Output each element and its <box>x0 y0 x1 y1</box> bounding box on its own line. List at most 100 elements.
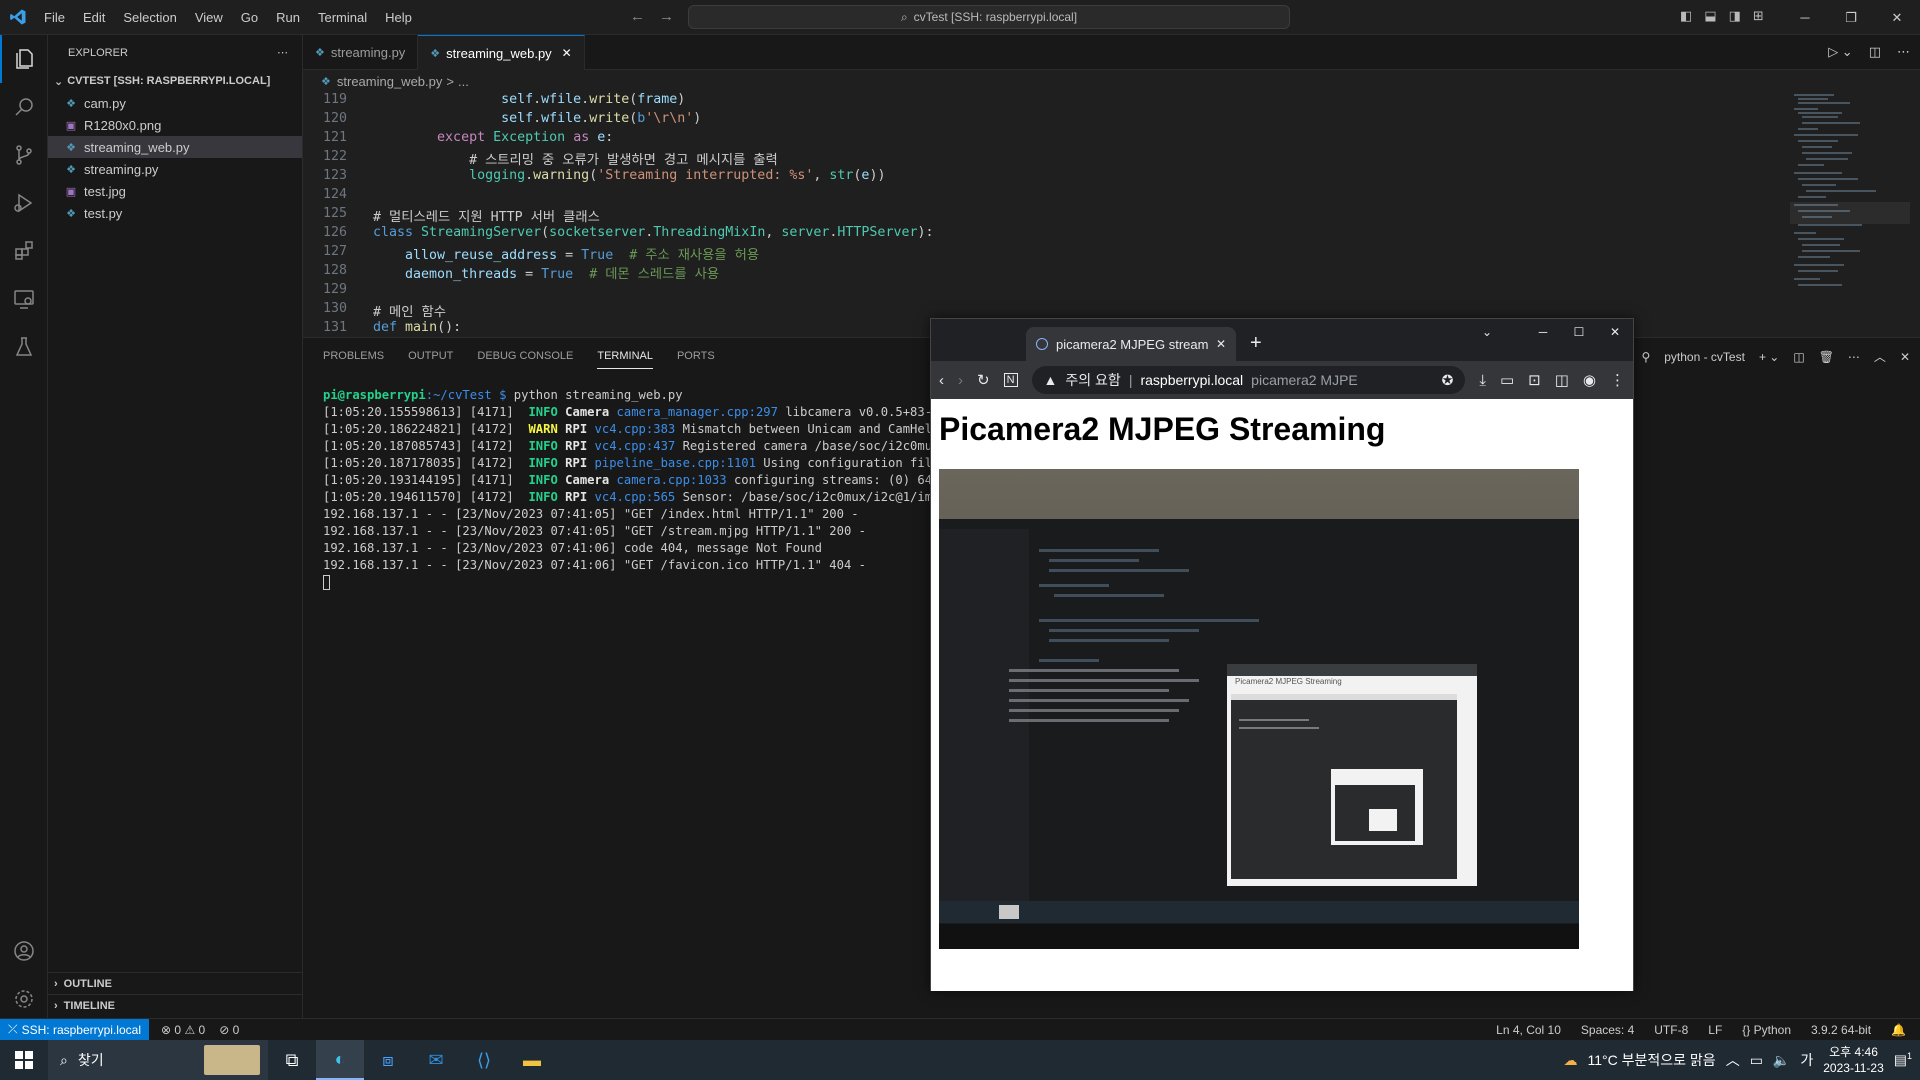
explorer-icon[interactable] <box>0 35 48 83</box>
menu-view[interactable]: View <box>186 10 232 25</box>
side-panel-icon[interactable]: ◫ <box>1555 371 1569 389</box>
profile-icon[interactable]: ◉ <box>1583 371 1596 389</box>
tab-output[interactable]: OUTPUT <box>408 350 453 362</box>
breadcrumb-file[interactable]: streaming_web.py <box>337 74 443 89</box>
language-mode[interactable]: {} Python <box>1742 1023 1791 1037</box>
remote-explorer-icon[interactable] <box>0 275 48 323</box>
file-item-test-py[interactable]: ❖ test.py <box>48 202 302 224</box>
tab-ports[interactable]: PORTS <box>677 350 715 362</box>
extension-n-icon[interactable]: N <box>1003 373 1018 387</box>
split-terminal-icon[interactable]: ◫ <box>1793 350 1804 364</box>
settings-gear-icon[interactable] <box>0 975 48 1023</box>
weather-widget[interactable]: 11°C 부분적으로 맑음 <box>1588 1050 1716 1070</box>
notification-center-icon[interactable]: ▤1 <box>1894 1051 1912 1069</box>
toggle-panel-icon[interactable]: ⬓ <box>1704 8 1716 24</box>
bookmark-star-icon[interactable]: ✪ <box>1442 372 1454 389</box>
close-window-button[interactable]: ✕ <box>1874 0 1920 35</box>
end-of-line[interactable]: LF <box>1708 1023 1722 1037</box>
address-bar[interactable]: ▲ 주의 요함 | raspberrypi.local picamera2 MJ… <box>1031 366 1466 394</box>
restore-button[interactable]: ❐ <box>1828 0 1874 35</box>
maximize-button[interactable]: ☐ <box>1561 319 1597 345</box>
menu-file[interactable]: File <box>35 10 74 25</box>
outlook-icon[interactable]: ✉ <box>412 1040 460 1080</box>
forward-icon[interactable]: › <box>958 372 963 389</box>
security-label[interactable]: 주의 요함 <box>1065 370 1120 390</box>
customize-layout-icon[interactable]: ⊞ <box>1753 8 1764 24</box>
tab-debug-console[interactable]: DEBUG CONSOLE <box>477 350 573 362</box>
problems-indicator[interactable]: ⊗ 0 ⚠ 0 <box>161 1023 205 1037</box>
network-icon[interactable]: ▭ <box>1750 1052 1763 1069</box>
close-tab-icon[interactable]: ✕ <box>1216 337 1226 351</box>
show-hidden-icons-icon[interactable]: ︿ <box>1726 1050 1740 1070</box>
new-tab-icon[interactable]: + <box>1250 332 1262 355</box>
new-terminal-icon[interactable]: + ⌄ <box>1759 350 1779 364</box>
command-center[interactable]: ⌕ cvTest [SSH: raspberrypi.local] <box>688 5 1290 29</box>
encoding[interactable]: UTF-8 <box>1654 1023 1688 1037</box>
file-item-streaming-web-py[interactable]: ❖ streaming_web.py <box>48 136 302 158</box>
menu-help[interactable]: Help <box>376 10 421 25</box>
indentation[interactable]: Spaces: 4 <box>1581 1023 1634 1037</box>
file-item-r1280x0-png[interactable]: ▣ R1280x0.png <box>48 114 302 136</box>
minimize-button[interactable]: ─ <box>1782 0 1828 35</box>
cursor-position[interactable]: Ln 4, Col 10 <box>1496 1023 1561 1037</box>
menu-edit[interactable]: Edit <box>74 10 114 25</box>
maximize-panel-icon[interactable]: ︿ <box>1874 348 1886 365</box>
screenshot-icon[interactable]: ⊡ <box>1528 371 1541 389</box>
language-indicator-icon[interactable]: 가 <box>1800 1050 1813 1070</box>
tab-streaming-py[interactable]: ❖ streaming.py <box>303 35 419 70</box>
menu-selection[interactable]: Selection <box>114 10 185 25</box>
outline-section[interactable]: › OUTLINE <box>48 972 302 994</box>
back-arrow-icon[interactable]: ← <box>630 8 645 25</box>
back-icon[interactable]: ‹ <box>939 372 944 389</box>
remote-indicator[interactable]: ⤫ SSH: raspberrypi.local <box>0 1018 149 1041</box>
menu-run[interactable]: Run <box>267 10 309 25</box>
more-actions-icon[interactable]: ⋯ <box>277 46 288 59</box>
minimap[interactable] <box>1790 92 1910 337</box>
code-editor[interactable]: 119 self.wfile.write(frame) 120 self.wfi… <box>303 92 1793 337</box>
file-item-cam-py[interactable]: ❖ cam.py <box>48 92 302 114</box>
cast-icon[interactable]: ▭ <box>1500 371 1514 389</box>
more-actions-icon[interactable]: ⋯ <box>1897 44 1910 60</box>
menu-terminal[interactable]: Terminal <box>309 10 376 25</box>
split-editor-icon[interactable]: ◫ <box>1869 44 1881 60</box>
run-debug-icon[interactable] <box>0 179 48 227</box>
clock[interactable]: 오후 4:46 2023-11-23 <box>1823 1044 1884 1076</box>
browser-menu-icon[interactable]: ⋮ <box>1610 371 1625 389</box>
ports-indicator[interactable]: ⊘ 0 <box>219 1023 239 1037</box>
terminal-instance-label[interactable]: python - cvTest <box>1664 350 1745 364</box>
search-icon[interactable] <box>0 83 48 131</box>
file-item-streaming-py[interactable]: ❖ streaming.py <box>48 158 302 180</box>
more-actions-icon[interactable]: ⋯ <box>1848 350 1860 364</box>
toggle-sidebar-icon[interactable]: ◧ <box>1680 8 1692 24</box>
remote-desktop-icon[interactable]: ⧈ <box>364 1040 412 1080</box>
file-item-test-jpg[interactable]: ▣ test.jpg <box>48 180 302 202</box>
toggle-secondary-sidebar-icon[interactable]: ◨ <box>1729 8 1741 24</box>
volume-icon[interactable]: 🔈 <box>1773 1052 1790 1069</box>
tab-search-icon[interactable]: ⌄ <box>1469 319 1505 345</box>
close-panel-icon[interactable]: ✕ <box>1900 350 1910 364</box>
close-tab-icon[interactable]: ✕ <box>562 46 572 60</box>
timeline-section[interactable]: › TIMELINE <box>48 994 302 1016</box>
kill-terminal-icon[interactable]: 🗑 <box>1819 350 1834 364</box>
windows-start-icon[interactable] <box>0 1040 48 1080</box>
browser-tab[interactable]: picamera2 MJPEG streamin ✕ <box>1026 327 1236 361</box>
file-explorer-icon[interactable]: ▬ <box>508 1040 556 1080</box>
tab-streaming-web-py[interactable]: ❖ streaming_web.py ✕ <box>418 35 585 70</box>
edge-browser-icon[interactable]: ◐ <box>316 1040 364 1080</box>
tab-terminal[interactable]: TERMINAL <box>597 343 653 369</box>
task-view-icon[interactable]: ⧉ <box>268 1040 316 1080</box>
python-interpreter[interactable]: 3.9.2 64-bit <box>1811 1023 1871 1037</box>
notifications-bell-icon[interactable]: 🔔 <box>1891 1023 1906 1037</box>
minimize-button[interactable]: ─ <box>1525 319 1561 345</box>
close-window-button[interactable]: ✕ <box>1597 319 1633 345</box>
menu-go[interactable]: Go <box>232 10 267 25</box>
account-icon[interactable] <box>0 927 48 975</box>
extensions-icon[interactable] <box>0 227 48 275</box>
download-icon[interactable]: ⤓ <box>1479 372 1486 389</box>
reload-icon[interactable]: ↻ <box>977 371 990 389</box>
taskbar-search[interactable]: ⌕ 찾기 <box>48 1040 268 1080</box>
vscode-taskbar-icon[interactable]: ⟨⟩ <box>460 1040 508 1080</box>
source-control-icon[interactable] <box>0 131 48 179</box>
testing-icon[interactable] <box>0 323 48 371</box>
forward-arrow-icon[interactable]: → <box>659 8 674 25</box>
